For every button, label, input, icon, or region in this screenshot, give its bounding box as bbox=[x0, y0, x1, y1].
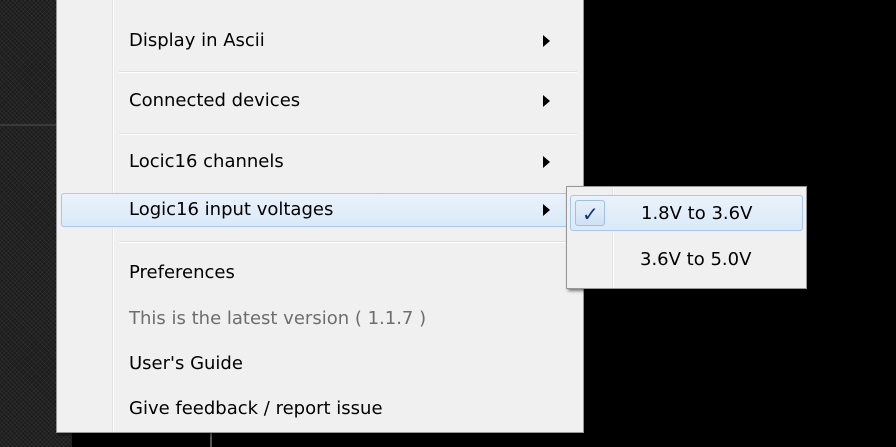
menu-item-label: Connected devices bbox=[129, 90, 301, 111]
background-rule bbox=[210, 432, 212, 447]
submenu-item-3-6v-to-5-0v[interactable]: 3.6V to 5.0V bbox=[570, 242, 803, 278]
menu-item-logic16-channels[interactable]: Locic16 channels bbox=[61, 145, 580, 179]
submenu-item-label: 3.6V to 5.0V bbox=[640, 249, 752, 270]
menu-item-label: Locic16 channels bbox=[129, 151, 284, 172]
menu-item-label: Display in Ascii bbox=[129, 30, 265, 51]
submenu-arrow-icon bbox=[543, 204, 550, 216]
menu-item-logic16-input-voltages[interactable]: Logic16 input voltages bbox=[61, 193, 580, 227]
menu-separator bbox=[119, 133, 577, 135]
voltage-submenu: ✓ 1.8V to 3.6V 3.6V to 5.0V bbox=[566, 186, 807, 289]
submenu-item-label: 1.8V to 3.6V bbox=[641, 203, 753, 224]
menu-separator bbox=[119, 241, 577, 243]
menu-item-give-feedback[interactable]: Give feedback / report issue bbox=[61, 392, 580, 426]
submenu-arrow-icon bbox=[543, 35, 550, 47]
menu-item-label: This is the latest version ( 1.1.7 ) bbox=[129, 308, 427, 329]
menu-item-label: Logic16 input voltages bbox=[129, 199, 334, 220]
menu-item-connected-devices[interactable]: Connected devices bbox=[61, 84, 580, 118]
menu-item-users-guide[interactable]: User's Guide bbox=[61, 347, 580, 381]
menu-item-version-info: This is the latest version ( 1.1.7 ) bbox=[61, 302, 580, 336]
context-menu: Display in Ascii Connected devices Locic… bbox=[56, 0, 584, 433]
submenu-arrow-icon bbox=[543, 95, 550, 107]
checkmark-icon: ✓ bbox=[582, 202, 599, 226]
check-highlight: ✓ bbox=[575, 200, 605, 226]
submenu-arrow-icon bbox=[543, 156, 550, 168]
menu-item-preferences[interactable]: Preferences bbox=[61, 256, 580, 290]
submenu-item-1-8v-to-3-6v[interactable]: ✓ 1.8V to 3.6V bbox=[570, 195, 803, 231]
menu-separator bbox=[119, 71, 577, 73]
menu-item-label: Preferences bbox=[129, 262, 235, 283]
menu-item-label: Give feedback / report issue bbox=[129, 398, 383, 419]
menu-item-display-in-ascii[interactable]: Display in Ascii bbox=[61, 24, 580, 58]
menu-item-label: User's Guide bbox=[129, 353, 243, 374]
